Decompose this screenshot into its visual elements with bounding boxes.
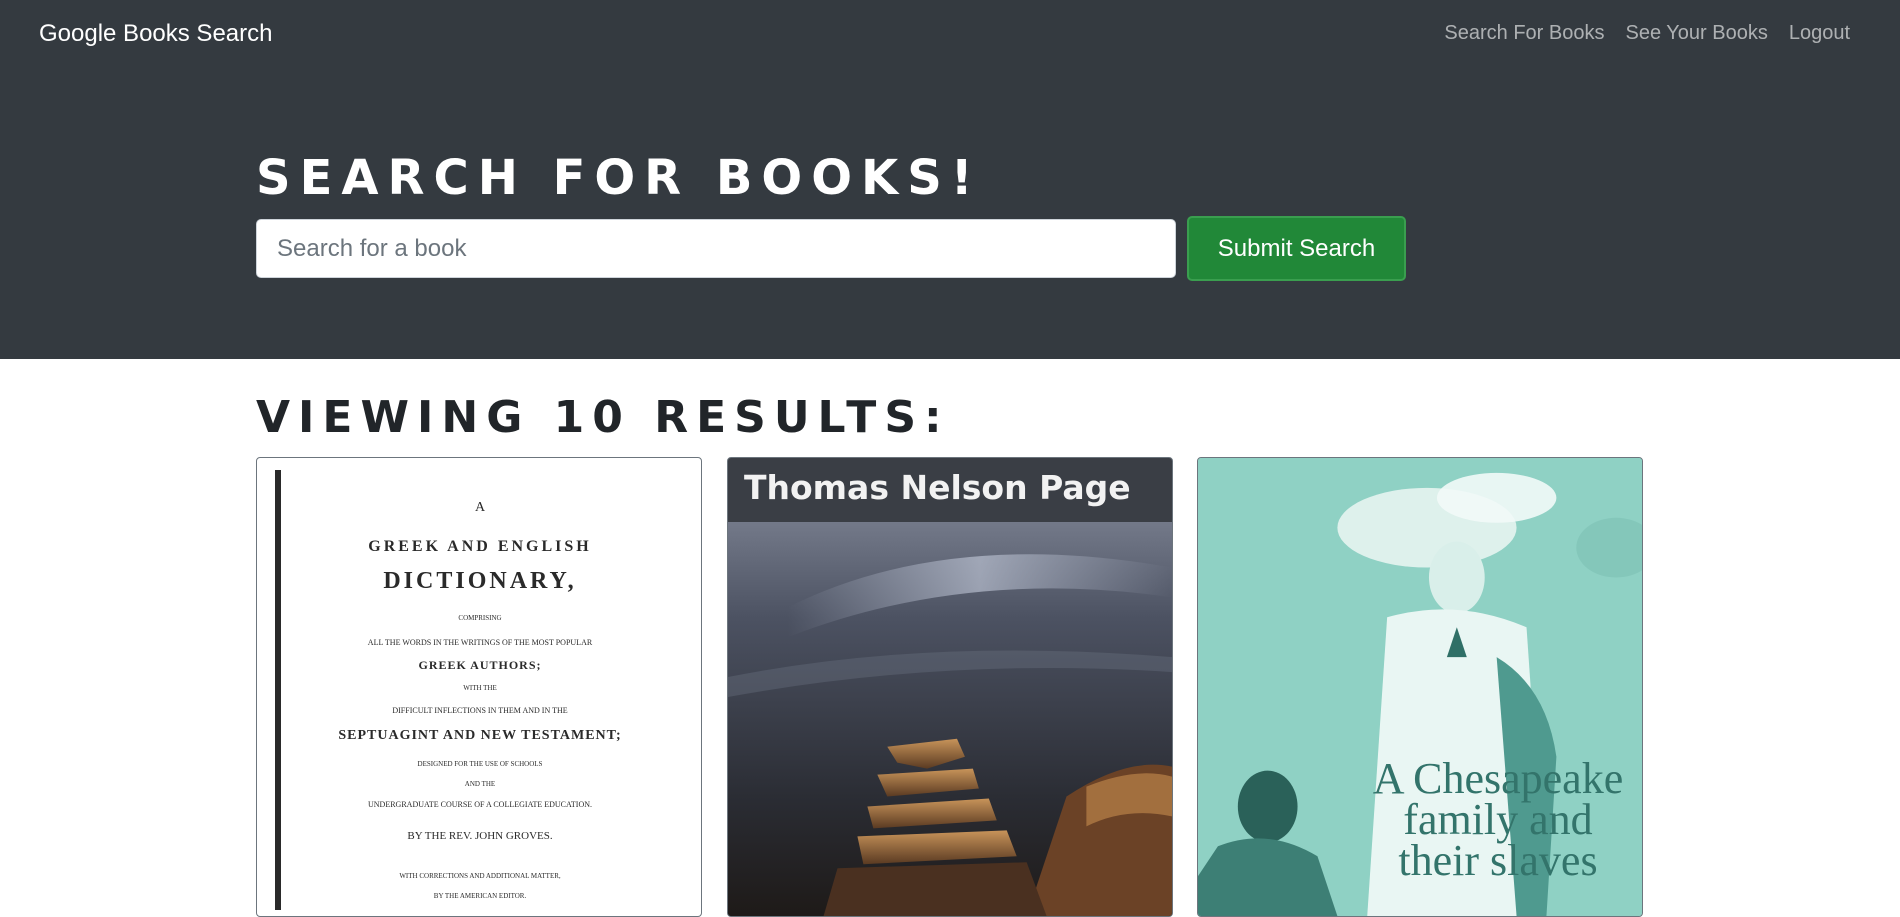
cover-author: Thomas Nelson Page bbox=[744, 468, 1131, 507]
cover-text: ALL THE WORDS IN THE WRITINGS OF THE MOS… bbox=[367, 638, 593, 647]
cover-text: GREEK AUTHORS; bbox=[418, 658, 542, 672]
cover-title-line: A Chesapeake bbox=[1372, 754, 1624, 803]
nav-links: Search For Books See Your Books Logout bbox=[1444, 22, 1850, 45]
navbar: Google Books Search Search For Books See… bbox=[0, 0, 1900, 70]
brand-title[interactable]: Google Books Search bbox=[39, 20, 272, 48]
nav-search-for-books-link[interactable]: Search For Books bbox=[1444, 22, 1604, 45]
cover-text: BY THE AMERICAN EDITOR. bbox=[433, 892, 527, 900]
cover-text: WITH CORRECTIONS AND ADDITIONAL MATTER, bbox=[399, 872, 561, 880]
book-card[interactable]: Thomas Nelson Page bbox=[727, 457, 1173, 917]
search-input[interactable] bbox=[256, 219, 1176, 278]
cover-text: COMPRISING bbox=[458, 614, 502, 622]
cover-text: GREEK AND ENGLISH bbox=[368, 538, 592, 555]
page-title: Search for Books! bbox=[256, 150, 982, 206]
cover-text: SEPTUAGINT AND NEW TESTAMENT; bbox=[338, 728, 622, 743]
cover-text: DICTIONARY, bbox=[383, 568, 577, 594]
cover-title-line: their slaves bbox=[1398, 836, 1598, 885]
book-cover-image bbox=[728, 458, 1172, 916]
cover-title: A Chesapeake family and their slaves bbox=[1348, 754, 1642, 885]
cover-title-line: family and bbox=[1403, 795, 1593, 844]
cover-text: DIFFICULT INFLECTIONS IN THEM AND IN THE bbox=[392, 706, 568, 715]
nav-see-your-books-link[interactable]: See Your Books bbox=[1625, 22, 1767, 45]
nav-logout-link[interactable]: Logout bbox=[1789, 22, 1850, 45]
cover-text: WITH THE bbox=[463, 684, 497, 692]
book-card[interactable]: A GREEK AND ENGLISH DICTIONARY, COMPRISI… bbox=[256, 457, 702, 917]
book-card[interactable]: A Chesapeake family and their slaves bbox=[1197, 457, 1643, 917]
results-title: Viewing 10 results: bbox=[256, 392, 950, 443]
cover-text: AND THE bbox=[464, 780, 496, 788]
cover-text: DESIGNED FOR THE USE OF SCHOOLS bbox=[417, 760, 543, 768]
submit-search-button[interactable]: Submit Search bbox=[1187, 216, 1406, 281]
cover-text: A bbox=[474, 500, 486, 515]
search-hero: Search for Books! Submit Search bbox=[0, 70, 1900, 359]
cover-text: UNDERGRADUATE COURSE OF A COLLEGIATE EDU… bbox=[368, 800, 592, 809]
cover-text: BY THE REV. JOHN GROVES. bbox=[407, 830, 553, 842]
book-cover-image: A GREEK AND ENGLISH DICTIONARY, COMPRISI… bbox=[257, 458, 701, 916]
